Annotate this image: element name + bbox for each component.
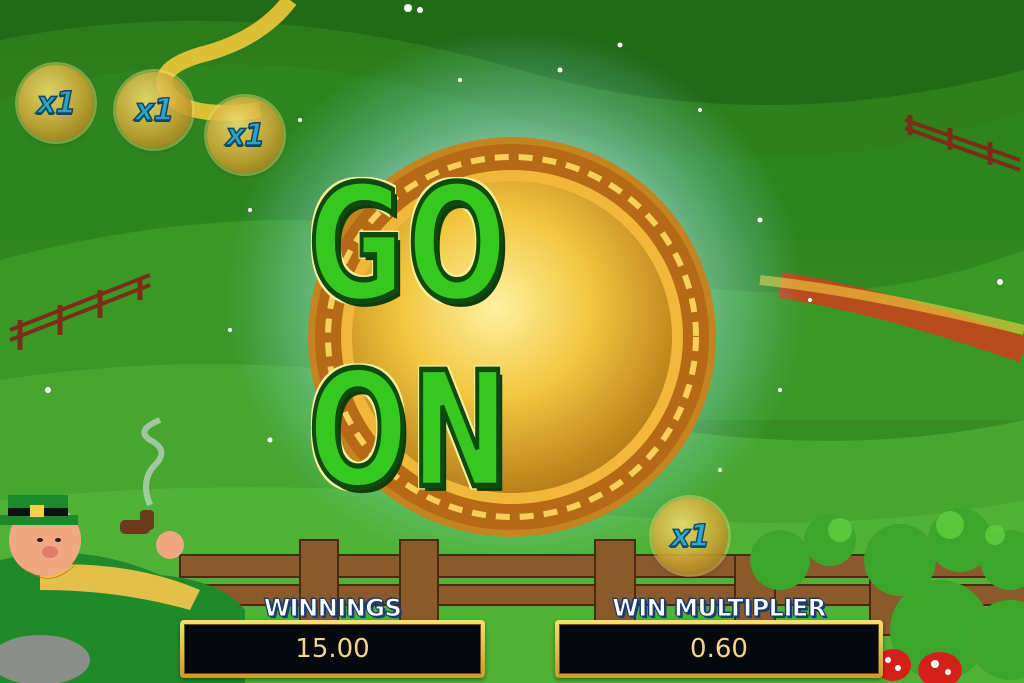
win-multiplier-value: 0.60 — [690, 634, 748, 664]
multiplier-badge-label: x1 — [36, 85, 77, 122]
win-multiplier-label: WIN MULTIPLIER — [612, 594, 827, 623]
win-multiplier-panel: WIN MULTIPLIER 0.60 — [555, 594, 883, 678]
multiplier-badge: x1 — [116, 72, 192, 148]
winnings-value: 15.00 — [295, 634, 370, 664]
go-on-banner: GO ON — [306, 148, 512, 526]
multiplier-badge-label: x1 — [134, 92, 175, 129]
winnings-label: WINNINGS — [263, 594, 402, 623]
go-on-coin[interactable]: GO ON — [306, 137, 716, 537]
multiplier-badge-label: x1 — [225, 117, 266, 154]
multiplier-badge: x1 — [207, 97, 283, 173]
multiplier-badge: x1 — [18, 65, 94, 141]
winnings-panel: WINNINGS 15.00 — [180, 594, 485, 678]
game-scene: x1 x1 x1 x1 GO ON WINNINGS 15.00 WIN MUL… — [0, 0, 1024, 683]
